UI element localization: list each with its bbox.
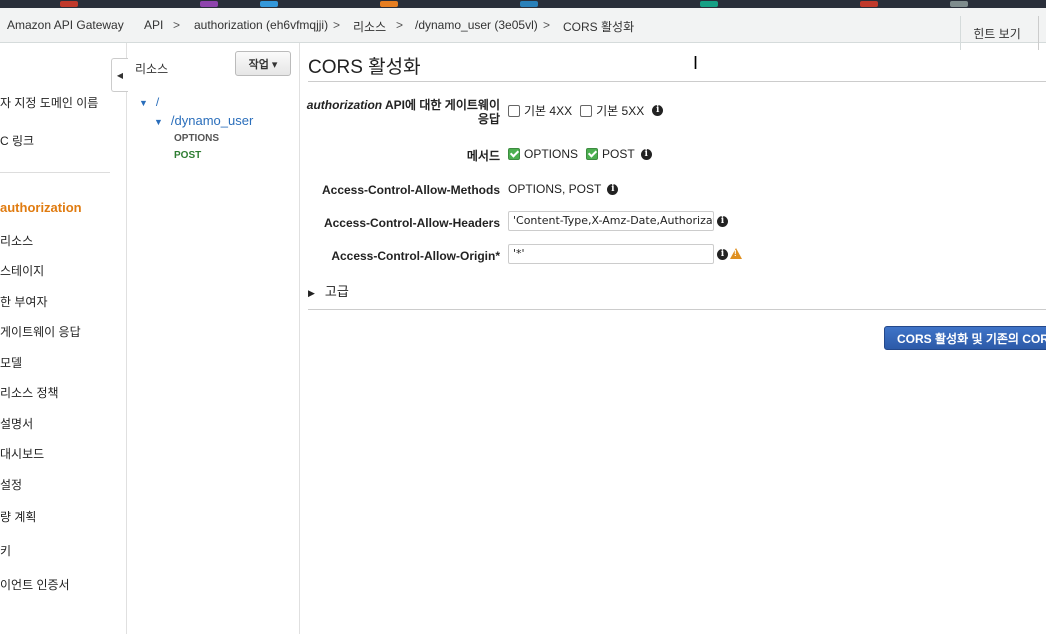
collapse-nav-button[interactable]: ◀ [111,58,128,92]
nav-dashboard[interactable]: 대시보드 [0,445,44,462]
default-4xx-checkbox[interactable] [508,104,520,117]
nav-authorizers[interactable]: 한 부여자 [0,293,48,310]
nav-resources[interactable]: 리소스 [0,232,33,249]
caret-down-icon: ▼ [139,98,148,108]
api-name-text: authorization [306,98,383,112]
gateway-responses-label: authorization API에 대한 게이트웨이 응답 [307,98,500,126]
text-cursor-icon: I [693,53,699,73]
info-icon[interactable]: i [607,183,619,195]
nav-client-certificates[interactable]: 이언트 인증서 [0,576,70,593]
nav-usage-plans[interactable]: 량 계획 [0,508,36,525]
allow-origin-label: Access-Control-Allow-Origin* [331,249,500,263]
info-icon[interactable]: i [640,148,652,160]
allow-methods-row: OPTIONS, POST i [508,182,619,196]
nav-vpc-link[interactable]: C 링크 [0,132,34,149]
gateway-responses-text: API에 대한 게이트웨이 [382,98,500,112]
actions-dropdown-button[interactable]: 작업 ▾ [235,51,291,76]
post-method-checkbox[interactable] [586,148,599,160]
info-icon[interactable]: i [717,216,728,227]
service-name-link[interactable]: Amazon API Gateway [7,18,124,32]
nav-divider [0,172,110,173]
gateway-responses-options: 기본 4XX 기본 5XX i [508,102,664,119]
caret-down-icon: ▼ [154,117,163,127]
nav-settings[interactable]: 설정 [0,476,22,493]
browser-top-strip [0,0,1046,8]
tree-root-label: / [155,95,160,109]
tree-method-options[interactable]: OPTIONS [174,133,219,144]
divider [308,309,1046,310]
breadcrumb-api[interactable]: API [144,18,163,32]
nav-api-authorization[interactable]: authorization [0,200,82,215]
nav-documentation[interactable]: 설명서 [0,415,33,432]
allow-methods-label: Access-Control-Allow-Methods [321,183,500,197]
resources-title: 리소스 [135,62,169,76]
breadcrumb: Amazon API Gateway API > authorization (… [0,8,1046,50]
tree-node-label: /dynamo_user [170,113,254,128]
allow-headers-label: Access-Control-Allow-Headers [323,216,500,230]
resources-panel: 리소스 작업 ▾ ▼ / ▼/dynamo_user OPTIONS POST [127,43,300,634]
methods-label: 메서드 [466,149,500,163]
nav-stages[interactable]: 스테이지 [0,262,44,279]
nav-models[interactable]: 모델 [0,354,22,371]
allow-headers-input[interactable]: 'Content-Type,X-Amz-Date,Authorization [508,211,714,231]
nav-api-keys[interactable]: 키 [0,542,11,559]
tree-node-dynamo-user[interactable]: ▼ /dynamo_user [154,113,253,128]
nav-gateway-responses[interactable]: 게이트웨이 응답 [0,323,81,340]
nav-custom-domain[interactable]: 자 지정 도메인 이름 [0,94,98,111]
gateway-responses-text-line2: 응답 [477,112,500,126]
breadcrumb-separator: > [173,18,181,32]
divider [308,81,1046,82]
enable-cors-button[interactable]: CORS 활성화 및 기존의 CORS [884,326,1046,350]
breadcrumb-resources[interactable]: 리소스 [353,18,386,35]
caret-right-icon: ▶ [308,288,315,298]
allow-origin-input[interactable]: '*' [508,244,714,264]
info-icon[interactable]: i [717,249,728,260]
breadcrumb-resource[interactable]: /dynamo_user (3e05vl) [415,18,538,32]
options-method-checkbox[interactable] [508,148,520,160]
warning-icon [730,248,742,259]
nav-resource-policy[interactable]: 리소스 정책 [0,384,59,401]
options-method-label: OPTIONS [524,147,579,161]
breadcrumb-separator: > [396,18,404,32]
caret-left-icon: ◀ [116,70,124,80]
breadcrumb-current: CORS 활성화 [563,20,635,34]
advanced-label: 고급 [324,284,349,299]
tree-method-post[interactable]: POST [174,150,201,161]
main-content: CORS 활성화 I authorization API에 대한 게이트웨이 응… [300,43,1046,634]
allow-methods-value: OPTIONS, POST [508,182,602,196]
methods-options: OPTIONS POST i [508,147,652,161]
tree-root[interactable]: ▼ / [139,95,159,109]
breadcrumb-separator: > [543,18,551,32]
default-5xx-label: 기본 5XX [596,104,645,118]
post-method-label: POST [602,147,635,161]
default-4xx-label: 기본 4XX [524,104,573,118]
breadcrumb-separator: > [333,18,341,32]
breadcrumb-api-name[interactable]: authorization (eh6vfmqjji) [194,18,328,32]
page-title: CORS 활성화 [308,57,421,78]
advanced-toggle[interactable]: ▶ 고급 [308,281,349,300]
left-navigation: 자 지정 도메인 이름 C 링크 authorization 리소스 스테이지 … [0,43,127,634]
default-5xx-checkbox[interactable] [580,104,593,117]
info-icon[interactable]: i [652,105,664,116]
